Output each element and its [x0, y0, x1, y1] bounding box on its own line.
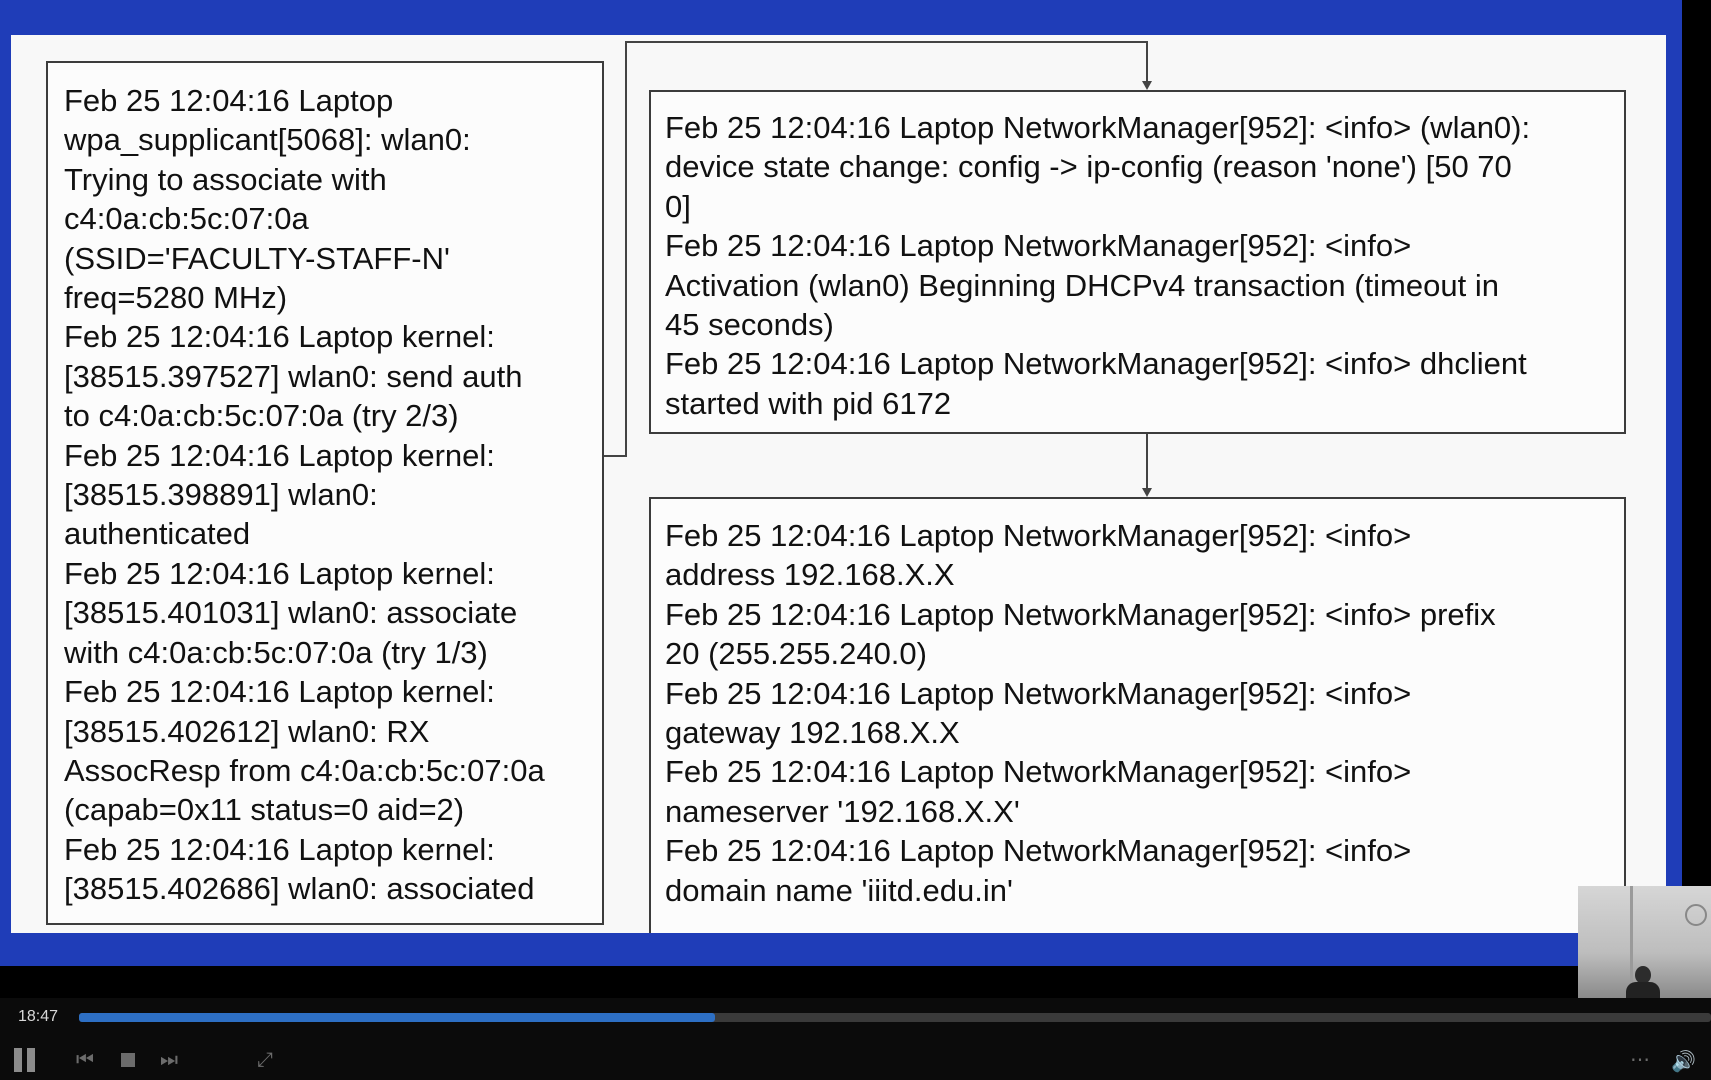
log-line: [38515.402686] wlan0: associated [64, 871, 535, 907]
log-line: nameserver '192.168.X.X' [665, 793, 1020, 829]
volume-icon[interactable]: 🔊 [1671, 1052, 1696, 1072]
skip-forward-icon[interactable]: ⏭ [160, 1050, 178, 1070]
video-viewport[interactable]: Feb 25 12:04:16 Laptop wpa_supplicant[506… [0, 0, 1711, 998]
log-line: Feb 25 12:04:16 Laptop NetworkManager[95… [665, 228, 1412, 264]
log-line: 45 seconds) [665, 307, 834, 343]
log-line: 0] [665, 188, 691, 224]
stop-icon[interactable] [121, 1053, 135, 1067]
more-icon[interactable]: ⋯ [1630, 1050, 1650, 1070]
connector-line [1146, 41, 1148, 83]
arrow-down-icon [1142, 81, 1152, 90]
log-line: (SSID='FACULTY-STAFF-N' [64, 240, 450, 276]
log-line: c4:0a:cb:5c:07:0a [64, 201, 309, 237]
slide-frame: Feb 25 12:04:16 Laptop wpa_supplicant[506… [0, 0, 1682, 966]
seek-progress [79, 1013, 716, 1022]
log-line: Feb 25 12:04:16 Laptop NetworkManager[95… [665, 518, 1412, 553]
log-line: Feb 25 12:04:16 Laptop kernel: [64, 555, 495, 591]
log-line: device state change: config -> ip-config… [665, 149, 1512, 185]
log-box-dhcp-result: Feb 25 12:04:16 Laptop NetworkManager[95… [649, 497, 1626, 933]
log-line: Feb 25 12:04:16 Laptop kernel: [64, 674, 495, 710]
slide: Feb 25 12:04:16 Laptop wpa_supplicant[506… [11, 35, 1666, 933]
current-time: 18:47 [18, 1008, 59, 1025]
connector-line [625, 41, 1148, 43]
log-line: [38515.402612] wlan0: RX [64, 713, 430, 749]
log-line: (capab=0x11 status=0 aid=2) [64, 792, 465, 828]
log-line: 20 (255.255.240.0) [665, 636, 927, 672]
log-line: gateway 192.168.X.X [665, 715, 960, 751]
player-controls: 18:47 ⏮ ⏭ ⤢ ⋯ 🔊 [0, 998, 1711, 1080]
arrow-down-icon [1142, 488, 1152, 497]
connector-line [604, 455, 626, 457]
log-line: Feb 25 12:04:16 Laptop NetworkManager[95… [665, 346, 1527, 382]
log-line: Feb 25 12:04:16 Laptop NetworkManager[95… [665, 110, 1531, 145]
log-box-wpa-supplicant: Feb 25 12:04:16 Laptop wpa_supplicant[506… [46, 61, 604, 925]
log-line: Feb 25 12:04:16 Laptop NetworkManager[95… [665, 675, 1412, 711]
log-line: started with pid 6172 [665, 385, 952, 421]
log-line: Feb 25 12:04:16 Laptop kernel: [64, 437, 495, 473]
fullscreen-icon[interactable]: ⤢ [257, 1050, 273, 1070]
seek-bar[interactable] [79, 1013, 1711, 1022]
log-box-dhcp-start: Feb 25 12:04:16 Laptop NetworkManager[95… [649, 90, 1626, 434]
log-line: to c4:0a:cb:5c:07:0a (try 2/3) [64, 398, 459, 434]
log-line: Feb 25 12:04:16 Laptop [64, 83, 394, 118]
log-line: Feb 25 12:04:16 Laptop NetworkManager[95… [665, 596, 1496, 632]
log-line: address 192.168.X.X [665, 557, 955, 593]
log-line: [38515.398891] wlan0: [64, 477, 378, 513]
log-line: Activation (wlan0) Beginning DHCPv4 tran… [665, 267, 1499, 303]
log-line: [38515.401031] wlan0: associate [64, 595, 518, 631]
log-line: [38515.397527] wlan0: send auth [64, 358, 523, 394]
pause-icon[interactable] [13, 1048, 37, 1072]
log-line: with c4:0a:cb:5c:07:0a (try 1/3) [64, 634, 488, 670]
log-line: Feb 25 12:04:16 Laptop kernel: [64, 319, 495, 355]
webcam-overlay [1578, 886, 1711, 998]
log-line: freq=5280 MHz) [64, 280, 288, 316]
log-line: AssocResp from c4:0a:cb:5c:07:0a [64, 752, 545, 788]
skip-back-icon[interactable]: ⏮ [76, 1050, 94, 1070]
connector-line [625, 41, 627, 457]
log-line: Feb 25 12:04:16 Laptop NetworkManager[95… [665, 833, 1412, 869]
log-line: Feb 25 12:04:16 Laptop NetworkManager[95… [665, 754, 1412, 790]
log-line: domain name 'iiitd.edu.in' [665, 872, 1013, 908]
log-line: wpa_supplicant[5068]: wlan0: [64, 122, 471, 158]
log-line: Trying to associate with [64, 161, 387, 197]
log-line: authenticated [64, 516, 251, 552]
connector-line [1146, 434, 1148, 490]
log-line: Feb 25 12:04:16 Laptop kernel: [64, 831, 495, 867]
